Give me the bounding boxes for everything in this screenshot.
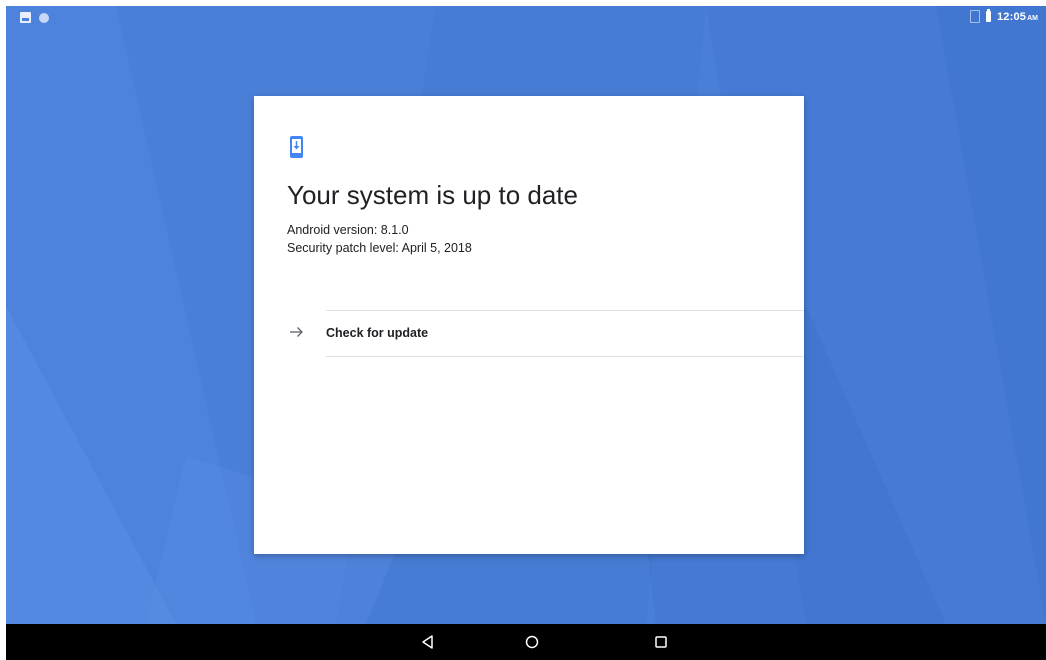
status-bar-system-icons: 12:05AM bbox=[969, 9, 1038, 23]
clock-ampm: AM bbox=[1027, 14, 1038, 22]
android-version-text: Android version: 8.1.0 bbox=[287, 223, 409, 237]
circle-notification-icon bbox=[39, 12, 49, 23]
clock-time: 12:05 bbox=[996, 10, 1027, 23]
no-signal-icon bbox=[969, 10, 980, 23]
status-bar: 12:05AM bbox=[6, 6, 1046, 30]
page-title: Your system is up to date bbox=[287, 180, 578, 210]
battery-icon bbox=[985, 9, 991, 22]
system-update-card: Your system is up to date Android versio… bbox=[254, 96, 804, 554]
system-update-icon bbox=[290, 136, 303, 158]
back-icon[interactable] bbox=[418, 632, 438, 652]
home-icon[interactable] bbox=[522, 632, 542, 652]
divider bbox=[326, 356, 804, 357]
arrow-right-icon bbox=[290, 327, 303, 337]
clock: 12:05AM bbox=[997, 11, 1038, 23]
check-for-update-label: Check for update bbox=[326, 326, 429, 340]
security-patch-text: Security patch level: April 5, 2018 bbox=[287, 241, 472, 255]
check-for-update-button[interactable]: Check for update bbox=[254, 311, 804, 356]
recents-icon[interactable] bbox=[651, 632, 671, 652]
status-bar-notifications bbox=[20, 12, 49, 23]
device-screen: 12:05AM Your system is up to date Androi… bbox=[0, 0, 1046, 660]
navigation-bar bbox=[6, 624, 1046, 660]
image-icon bbox=[20, 12, 31, 23]
